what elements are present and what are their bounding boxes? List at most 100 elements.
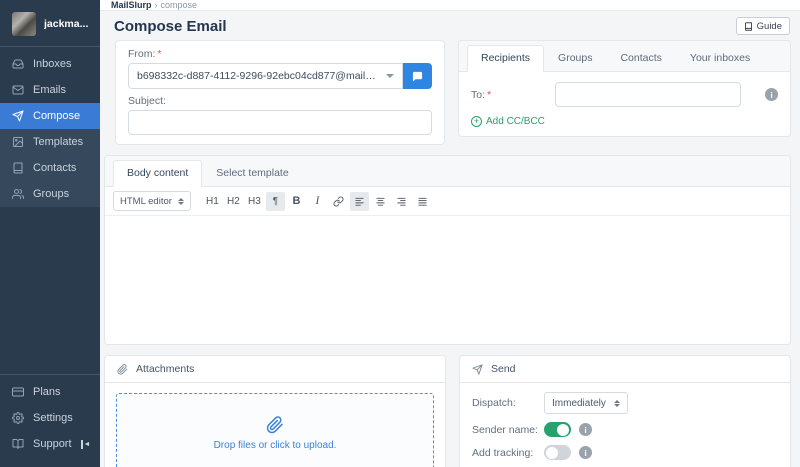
sidebar-footer: Plans Settings Support ◄ <box>0 374 100 467</box>
tab-recipients[interactable]: Recipients <box>467 45 544 72</box>
divider <box>0 374 100 375</box>
sidebar: jackma... Inboxes Emails Compose Templat… <box>0 0 100 467</box>
paperclip-icon <box>266 416 284 434</box>
send-title: Send <box>491 363 516 375</box>
send-panel: Send Dispatch: Immediately Sender name: … <box>459 355 791 467</box>
chat-bubble-icon <box>412 71 423 82</box>
sidebar-item-label: Compose <box>33 110 80 122</box>
page-header: Compose Email Guide <box>100 11 800 40</box>
sidebar-item-emails[interactable]: Emails <box>0 77 100 103</box>
paper-plane-icon <box>472 364 483 375</box>
inbox-chat-button[interactable] <box>403 63 432 89</box>
info-icon[interactable]: i <box>765 88 778 101</box>
tab-body-content[interactable]: Body content <box>113 160 202 187</box>
recipients-tabs: Recipients Groups Contacts Your inboxes <box>459 41 790 72</box>
inbox-icon <box>12 58 24 70</box>
to-input[interactable] <box>555 82 741 107</box>
main-content: MailSlurp › compose Compose Email Guide … <box>100 0 800 467</box>
align-justify-icon <box>417 196 428 207</box>
italic-button[interactable]: I <box>308 192 327 211</box>
sidebar-item-contacts[interactable]: Contacts <box>0 155 100 181</box>
breadcrumb-separator: › <box>155 0 158 10</box>
breadcrumb-current: compose <box>161 0 198 10</box>
link-button[interactable] <box>329 192 348 211</box>
guide-button-label: Guide <box>757 21 782 32</box>
dispatch-value: Immediately <box>552 398 606 409</box>
from-select[interactable]: b698332c-d887-4112-9296-92ebc04cd877@mai… <box>128 63 403 89</box>
sidebar-item-groups[interactable]: Groups <box>0 181 100 207</box>
editor-toolbar: HTML editor H1 H2 H3 ¶ B I <box>105 187 790 216</box>
emails-icon <box>12 84 24 96</box>
tab-your-inboxes[interactable]: Your inboxes <box>676 45 764 72</box>
sidebar-compose-group: Compose Templates Contacts Groups <box>0 103 100 207</box>
sidebar-item-label: Emails <box>33 84 66 96</box>
align-justify-button[interactable] <box>413 192 432 211</box>
tab-contacts[interactable]: Contacts <box>606 45 675 72</box>
sender-name-label: Sender name: <box>472 424 544 436</box>
align-center-icon <box>375 196 386 207</box>
user-menu[interactable]: jackma... <box>0 0 100 46</box>
align-right-button[interactable] <box>392 192 411 211</box>
paragraph-button[interactable]: ¶ <box>266 192 285 211</box>
subject-input[interactable] <box>128 110 432 135</box>
align-left-button[interactable] <box>350 192 369 211</box>
sidebar-item-inboxes[interactable]: Inboxes <box>0 51 100 77</box>
to-label: To:* <box>471 89 555 101</box>
collapse-sidebar-icon[interactable]: ◄ <box>81 440 91 449</box>
select-caret-icon <box>614 400 620 407</box>
body-editor[interactable] <box>105 216 790 344</box>
editor-mode-select[interactable]: HTML editor <box>113 191 191 211</box>
recipients-panel: Recipients Groups Contacts Your inboxes … <box>458 40 791 137</box>
body-panel: Body content Select template HTML editor… <box>104 155 791 345</box>
editor-mode-value: HTML editor <box>120 196 172 207</box>
attachments-title: Attachments <box>136 363 194 375</box>
required-mark: * <box>157 48 161 60</box>
avatar[interactable] <box>12 12 36 36</box>
sidebar-item-compose[interactable]: Compose <box>0 103 100 129</box>
user-name: jackma... <box>44 18 88 30</box>
sidebar-item-label: Contacts <box>33 162 76 174</box>
align-left-icon <box>354 196 365 207</box>
info-icon[interactable]: i <box>579 423 592 436</box>
page-title: Compose Email <box>114 18 227 35</box>
align-center-button[interactable] <box>371 192 390 211</box>
attachments-header: Attachments <box>105 356 445 383</box>
dropzone-text: Drop files or click to upload. <box>214 440 337 451</box>
bold-button[interactable]: B <box>287 192 306 211</box>
subject-label: Subject: <box>128 95 432 107</box>
sidebar-item-support[interactable]: Support ◄ <box>0 431 100 457</box>
breadcrumb-root[interactable]: MailSlurp <box>111 0 152 10</box>
select-caret-icon <box>178 198 184 205</box>
paper-plane-icon <box>12 110 24 122</box>
send-header: Send <box>460 356 790 383</box>
info-icon[interactable]: i <box>579 446 592 459</box>
groups-icon <box>12 188 24 200</box>
sidebar-item-label: Inboxes <box>33 58 72 70</box>
add-tracking-toggle[interactable] <box>544 445 571 460</box>
h2-button[interactable]: H2 <box>224 192 243 211</box>
guide-button[interactable]: Guide <box>736 17 790 35</box>
sidebar-item-label: Settings <box>33 412 73 424</box>
dispatch-select[interactable]: Immediately <box>544 392 628 414</box>
add-cc-bcc-label: Add CC/BCC <box>486 116 545 127</box>
h3-button[interactable]: H3 <box>245 192 264 211</box>
sidebar-item-templates[interactable]: Templates <box>0 129 100 155</box>
sidebar-item-settings[interactable]: Settings <box>0 405 100 431</box>
from-panel: From:* b698332c-d887-4112-9296-92ebc04cd… <box>115 40 445 145</box>
from-label: From:* <box>128 48 432 60</box>
tab-groups[interactable]: Groups <box>544 45 606 72</box>
gear-icon <box>12 412 24 424</box>
upload-dropzone[interactable]: Drop files or click to upload. <box>116 393 434 467</box>
app-root: jackma... Inboxes Emails Compose Templat… <box>0 0 800 467</box>
sidebar-item-plans[interactable]: Plans <box>0 379 100 405</box>
sender-name-toggle[interactable] <box>544 422 571 437</box>
book-icon <box>744 22 753 31</box>
breadcrumb: MailSlurp › compose <box>100 0 800 11</box>
divider <box>0 46 100 47</box>
contacts-icon <box>12 162 24 174</box>
attachments-panel: Attachments Drop files or click to uploa… <box>104 355 446 467</box>
tab-select-template[interactable]: Select template <box>202 160 302 187</box>
h1-button[interactable]: H1 <box>203 192 222 211</box>
add-cc-bcc-link[interactable]: + Add CC/BCC <box>471 116 778 127</box>
plans-icon <box>12 386 24 398</box>
